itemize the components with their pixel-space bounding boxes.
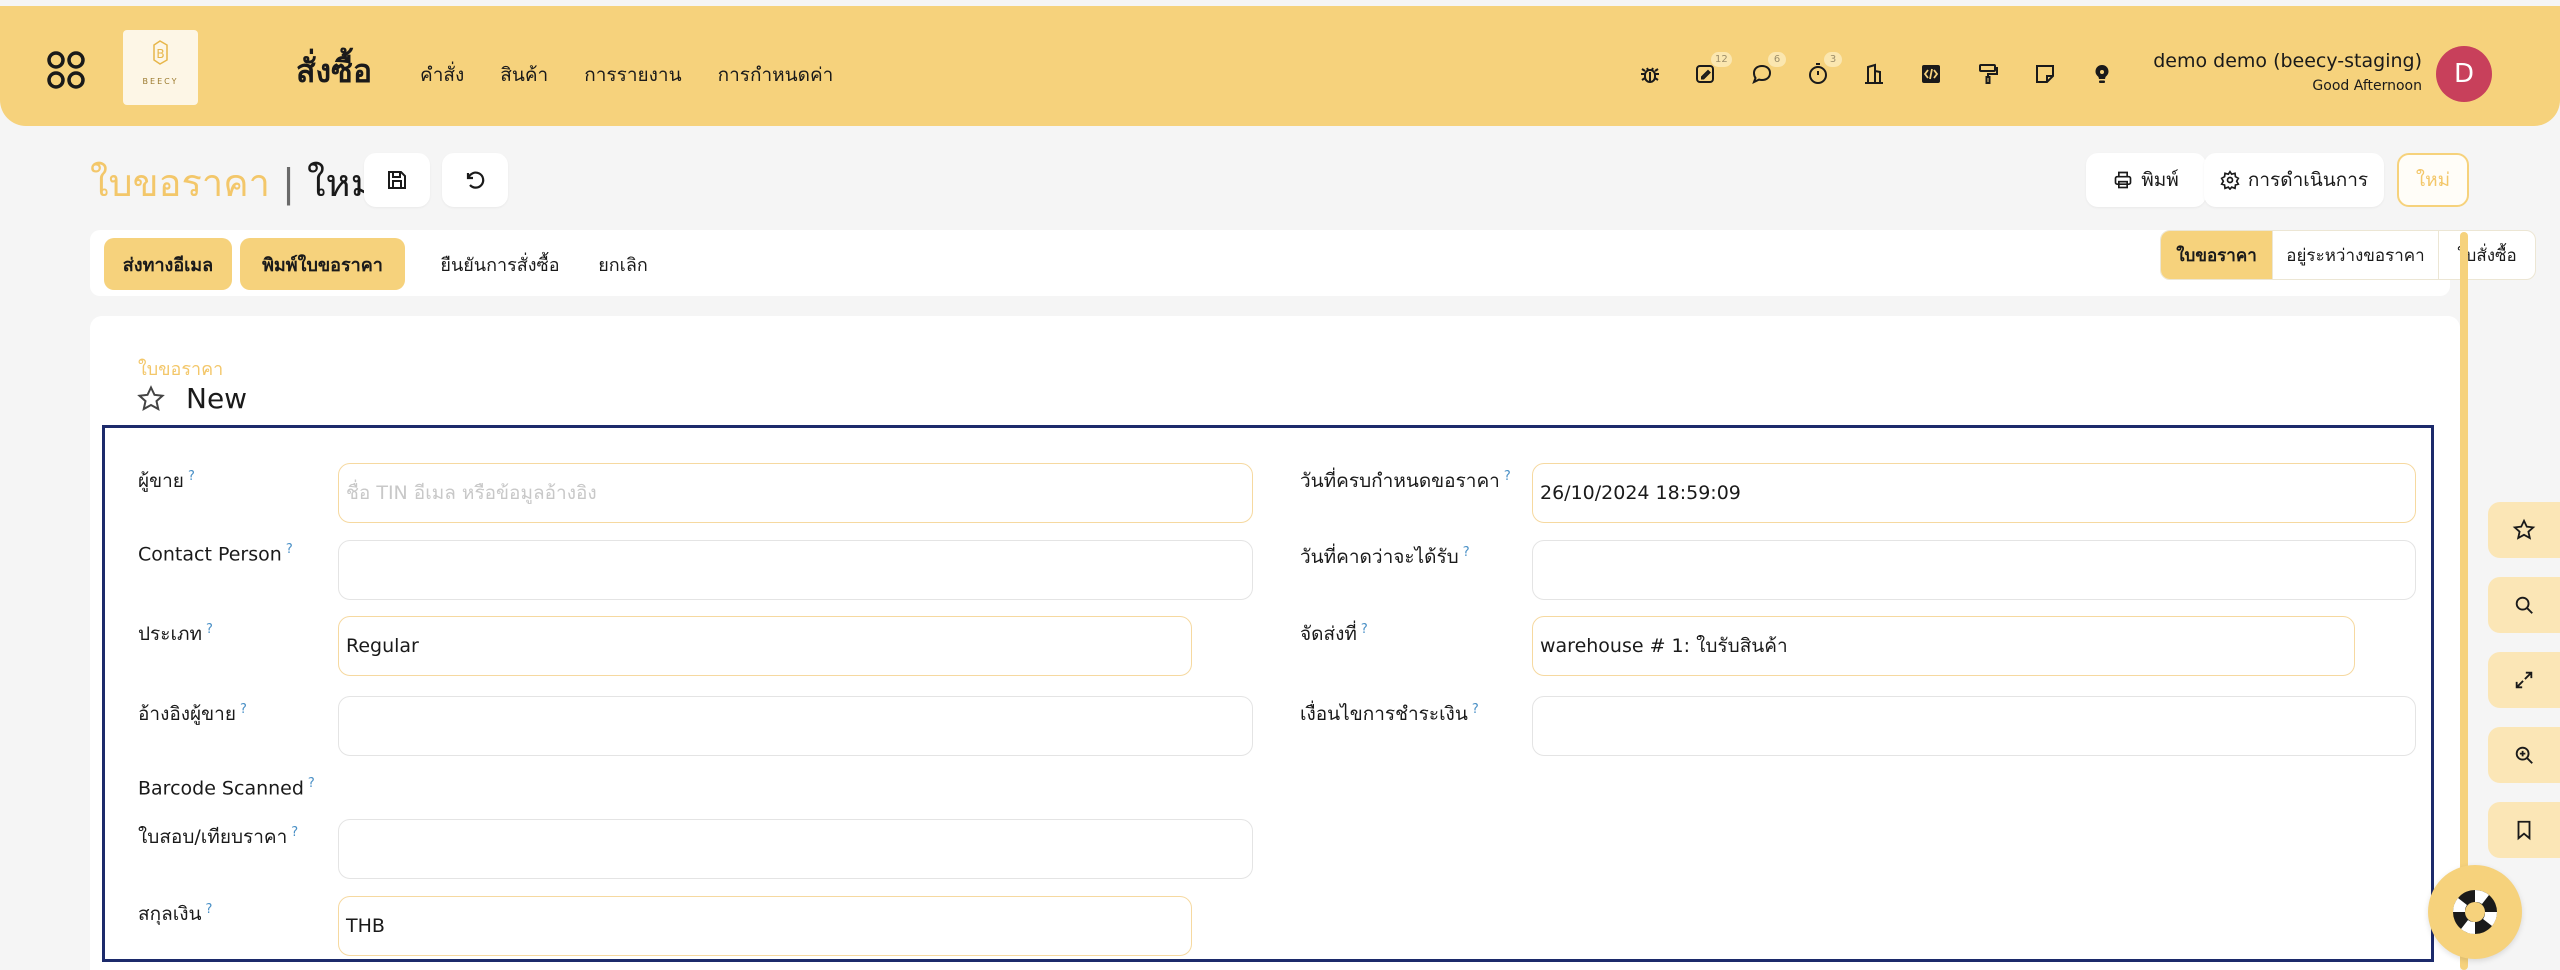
vendor-label: ผู้ขาย? [138,468,195,492]
gear-icon [2220,170,2240,190]
lightbulb-icon[interactable] [2086,58,2118,90]
chatter-divider [2460,232,2468,970]
star-icon [2512,518,2536,540]
edit-note-icon[interactable]: 12 [1689,52,1732,90]
user-greeting: Good Afternoon [2312,78,2422,94]
side-zoom-button[interactable] [2488,727,2560,783]
breadcrumb-separator: | [282,161,295,205]
currency-field[interactable]: THB [338,896,1192,956]
vendor-reference-label: อ้างอิงผู้ขาย? [138,701,247,725]
sheet-doctype-label: ใบขอราคา [138,359,224,380]
save-button[interactable] [364,153,430,207]
contact-person-label: Contact Person? [138,542,293,566]
quotation-compare-field[interactable] [338,819,1253,879]
send-email-button[interactable]: ส่งทางอีเมล [104,238,232,290]
print-label: พิมพ์ [2141,169,2179,191]
contact-person-field[interactable] [338,540,1253,600]
zoom-in-icon [2515,746,2533,764]
systray: 12 6 3 [1634,52,2114,90]
paint-roller-icon[interactable] [1972,58,2004,90]
record-name: New [186,382,248,415]
expand-icon [2515,671,2533,689]
undo-icon [466,171,485,189]
user-name[interactable]: demo demo (beecy-staging) [2153,50,2422,72]
timer-icon[interactable]: 3 [1802,52,1842,90]
top-navbar: B BEECY สั่งซื้อ คำสั่ง สินค้า การรายงาน… [0,6,2560,126]
confirm-order-button[interactable]: ยืนยันการสั่งซื้อ [415,238,585,290]
menu-orders[interactable]: คำสั่ง [420,60,464,90]
save-icon [388,171,406,189]
deliver-to-label: จัดส่งที่? [1300,621,1368,645]
printer-icon [2114,171,2132,189]
app-title[interactable]: สั่งซื้อ [296,46,372,97]
type-label: ประเภท? [138,621,213,645]
page-title: ใบขอราคา | ใหม่ [90,152,376,213]
side-bookmark-button[interactable] [2488,802,2560,858]
currency-label: สกุลเงิน? [138,901,213,925]
search-icon [2515,596,2533,614]
deliver-to-field[interactable]: warehouse # 1: ใบรับสินค้า [1532,616,2355,676]
payment-terms-field[interactable] [1532,696,2416,756]
side-search-button[interactable] [2488,577,2560,633]
form-action-bar: ส่งทางอีเมล พิมพ์ใบขอราคา ยืนยันการสั่งซ… [90,230,2536,296]
print-button[interactable]: พิมพ์ [2086,153,2206,207]
chat-icon[interactable]: 6 [1746,52,1786,90]
building-icon[interactable] [1858,58,1890,90]
menu-reporting[interactable]: การรายงาน [584,60,681,90]
deadline-label: วันที่ครบกำหนดขอราคา? [1300,468,1511,492]
apps-grid-icon[interactable] [46,50,86,90]
activity-badge: 12 [1711,52,1732,67]
deadline-field[interactable]: 26/10/2024 18:59:09 [1532,463,2416,523]
avatar[interactable]: D [2436,46,2492,102]
status-step-rfq-sent[interactable]: อยู่ระหว่างขอราคา [2273,231,2439,279]
vendor-field[interactable]: ชื่อ TIN อีเมล หรือข้อมูลอ้างอิง [338,463,1253,523]
side-favorite-button[interactable] [2488,502,2560,558]
status-step-rfq[interactable]: ใบขอราคา [2161,231,2273,279]
actions-button[interactable]: การดำเนินการ [2204,153,2384,207]
barcode-scanned-label: Barcode Scanned? [138,776,315,800]
cancel-button[interactable]: ยกเลิก [586,238,660,290]
sticky-note-icon[interactable] [2029,58,2061,90]
favorite-star-icon[interactable] [136,384,166,414]
logo-wordmark: BEECY [142,77,179,86]
expected-arrival-field[interactable] [1532,540,2416,600]
vendor-reference-field[interactable] [338,696,1253,756]
type-field[interactable]: Regular [338,616,1192,676]
expected-arrival-label: วันที่คาดว่าจะได้รับ? [1300,544,1470,568]
code-icon[interactable] [1915,58,1947,90]
status-step-purchase-order[interactable]: ใบสั่งซื้อ [2439,231,2535,279]
menu-products[interactable]: สินค้า [500,60,548,90]
messages-badge: 6 [1768,52,1786,67]
company-logo[interactable]: B BEECY [123,30,198,105]
discard-button[interactable] [442,153,508,207]
actions-label: การดำเนินการ [2247,169,2369,191]
menu-configuration[interactable]: การกำหนดค่า [718,60,834,90]
payment-terms-label: เงื่อนไขการชำระเงิน? [1300,701,1479,725]
main-menu: คำสั่ง สินค้า การรายงาน การกำหนดค่า [420,60,833,90]
help-lifebuoy-button[interactable] [2428,865,2522,959]
status-bar: ใบขอราคา อยู่ระหว่างขอราคา ใบสั่งซื้อ [2160,230,2536,280]
bookmark-icon [2517,820,2531,841]
print-quotation-button[interactable]: พิมพ์ใบขอราคา [240,238,405,290]
lifebuoy-icon [2453,890,2497,934]
bug-icon[interactable] [1634,58,1666,90]
new-record-button[interactable]: ใหม่ [2397,153,2469,207]
side-expand-button[interactable] [2488,652,2560,708]
timer-badge: 3 [1824,52,1842,67]
breadcrumb-doctype[interactable]: ใบขอราคา [90,161,270,205]
quotation-compare-label: ใบสอบ/เทียบราคา? [138,824,299,848]
svg-text:B: B [156,47,164,61]
